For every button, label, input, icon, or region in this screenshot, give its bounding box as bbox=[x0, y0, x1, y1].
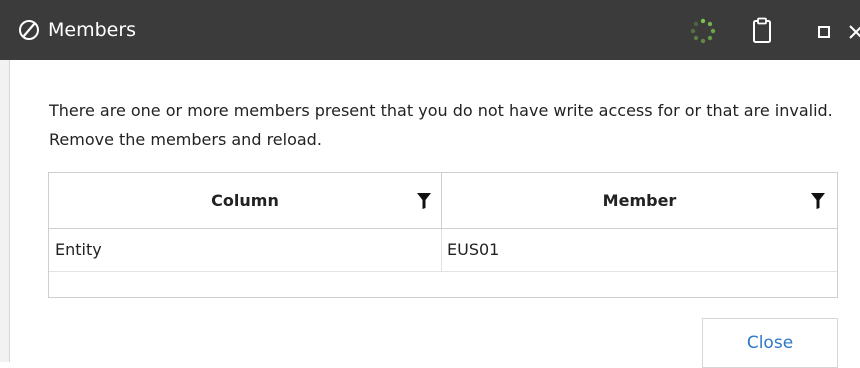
grid-header: Column Member bbox=[49, 173, 837, 229]
title-bar: Members bbox=[0, 0, 860, 60]
close-icon[interactable] bbox=[848, 24, 860, 40]
invalid-members-message: There are one or more members present th… bbox=[49, 101, 833, 149]
column-header-label: Column bbox=[211, 191, 279, 210]
column-header-member[interactable]: Member bbox=[442, 173, 837, 228]
filter-icon[interactable] bbox=[811, 193, 825, 209]
close-button[interactable]: Close bbox=[702, 318, 838, 368]
filter-icon[interactable] bbox=[417, 193, 431, 209]
window-title: Members bbox=[48, 19, 137, 41]
cell-column: Entity bbox=[49, 229, 442, 271]
app-logo-icon bbox=[19, 20, 39, 40]
member-header-label: Member bbox=[602, 191, 677, 210]
column-header-column[interactable]: Column bbox=[49, 173, 442, 228]
clipboard-icon[interactable] bbox=[751, 17, 773, 44]
cell-member: EUS01 bbox=[447, 240, 500, 259]
members-dialog: Members There are one or more members pr… bbox=[0, 0, 860, 368]
spinner-icon bbox=[690, 18, 716, 44]
maximize-icon[interactable] bbox=[818, 26, 830, 38]
table-row[interactable]: Entity EUS01 bbox=[49, 229, 837, 272]
members-grid: Column Member Entity EUS01 bbox=[48, 172, 838, 298]
